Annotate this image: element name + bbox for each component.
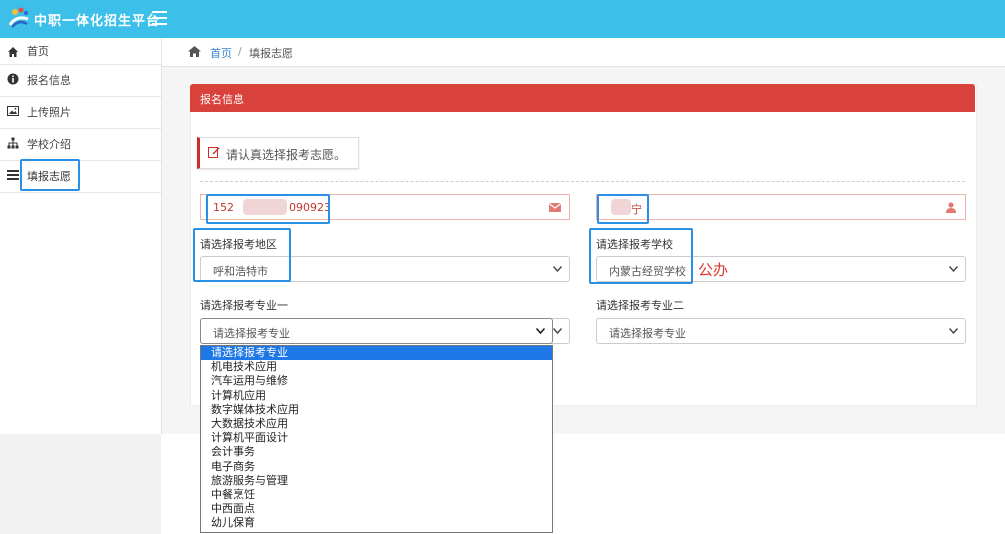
dropdown-option[interactable]: 计算机应用 [201, 389, 552, 403]
sidebar-item-info[interactable]: 报名信息 [0, 65, 161, 97]
breadcrumb-home-link[interactable]: 首页 [210, 45, 232, 61]
home-icon [8, 47, 18, 57]
sidebar-item-label: 学校介绍 [27, 138, 71, 151]
home-icon [188, 46, 201, 57]
major1-label: 请选择报考专业一 [200, 299, 288, 312]
sidebar: 首页 报名信息 上传照片 学校介绍 填报志愿 [0, 38, 162, 434]
user-icon [946, 202, 956, 213]
breadcrumb: 首页 / 填报志愿 [162, 38, 1005, 67]
dropdown-option[interactable]: 汽车运用与维修 [201, 374, 552, 388]
highlight-box-name [597, 194, 649, 224]
dropdown-option[interactable]: 电子商务 [201, 460, 552, 474]
dropdown-option[interactable]: 中西面点 [201, 502, 552, 516]
chevron-down-icon [553, 328, 562, 334]
sidebar-item-school[interactable]: 学校介绍 [0, 129, 161, 161]
dropdown-option[interactable]: 请选择报考专业 [201, 346, 552, 361]
chevron-down-icon [949, 266, 958, 272]
sidebar-item-label: 上传照片 [27, 106, 71, 119]
list-icon [7, 170, 19, 180]
highlight-box-school [589, 228, 693, 284]
sidebar-item-photo[interactable]: 上传照片 [0, 97, 161, 129]
breadcrumb-current: 填报志愿 [249, 47, 293, 60]
sitemap-icon [7, 137, 19, 149]
sidebar-item-label: 首页 [27, 45, 49, 58]
chevron-down-icon [949, 328, 958, 334]
chevron-down-icon [553, 266, 562, 272]
major1-dropdown-list: 请选择报考专业 机电技术应用 汽车运用与维修 计算机应用 数字媒体技术应用 大数… [200, 345, 553, 533]
dropdown-option[interactable]: 旅游服务与管理 [201, 474, 552, 488]
dropdown-option[interactable]: 幼儿保育 [201, 516, 552, 530]
dropdown-option[interactable]: 计算机平面设计 [201, 431, 552, 445]
panel-title: 报名信息 [200, 93, 244, 106]
highlight-box-sidebar [20, 159, 80, 191]
highlight-box-phone [206, 194, 330, 224]
dropdown-option[interactable]: 中餐烹饪 [201, 488, 552, 502]
sidebar-footer-area [0, 434, 161, 534]
image-icon [7, 106, 19, 116]
breadcrumb-separator: / [238, 45, 242, 58]
instruction-note: 请认真选择报考志愿。 [197, 137, 359, 169]
menu-toggle-icon[interactable] [152, 11, 167, 25]
edit-icon [208, 147, 220, 158]
name-field[interactable]: 宁 [596, 194, 966, 220]
school-type-tag: 公办 [698, 261, 729, 279]
brand-title: 中职一体化招生平台 [34, 14, 161, 29]
major2-label: 请选择报考专业二 [596, 299, 684, 312]
chevron-down-icon [536, 328, 545, 334]
divider [200, 181, 965, 182]
info-icon [7, 73, 19, 85]
logo-icon [8, 7, 29, 28]
dropdown-option[interactable]: 机电技术应用 [201, 360, 552, 374]
major2-select[interactable]: 请选择报考专业 [596, 318, 966, 344]
highlight-box-region [193, 228, 291, 282]
top-bar: 中职一体化招生平台 [0, 0, 1005, 38]
major1-select[interactable]: 请选择报考专业 [200, 318, 553, 344]
panel-header: 报名信息 [190, 84, 975, 112]
sidebar-item-label: 报名信息 [27, 74, 71, 87]
sidebar-item-home[interactable]: 首页 [0, 38, 161, 65]
dropdown-option[interactable]: 会计事务 [201, 445, 552, 459]
instruction-text: 请认真选择报考志愿。 [226, 148, 347, 162]
major1-value: 请选择报考专业 [213, 327, 290, 340]
dropdown-option[interactable]: 大数据技术应用 [201, 417, 552, 431]
major2-value: 请选择报考专业 [609, 327, 686, 340]
dropdown-option[interactable]: 数字媒体技术应用 [201, 403, 552, 417]
envelope-icon [549, 203, 561, 212]
